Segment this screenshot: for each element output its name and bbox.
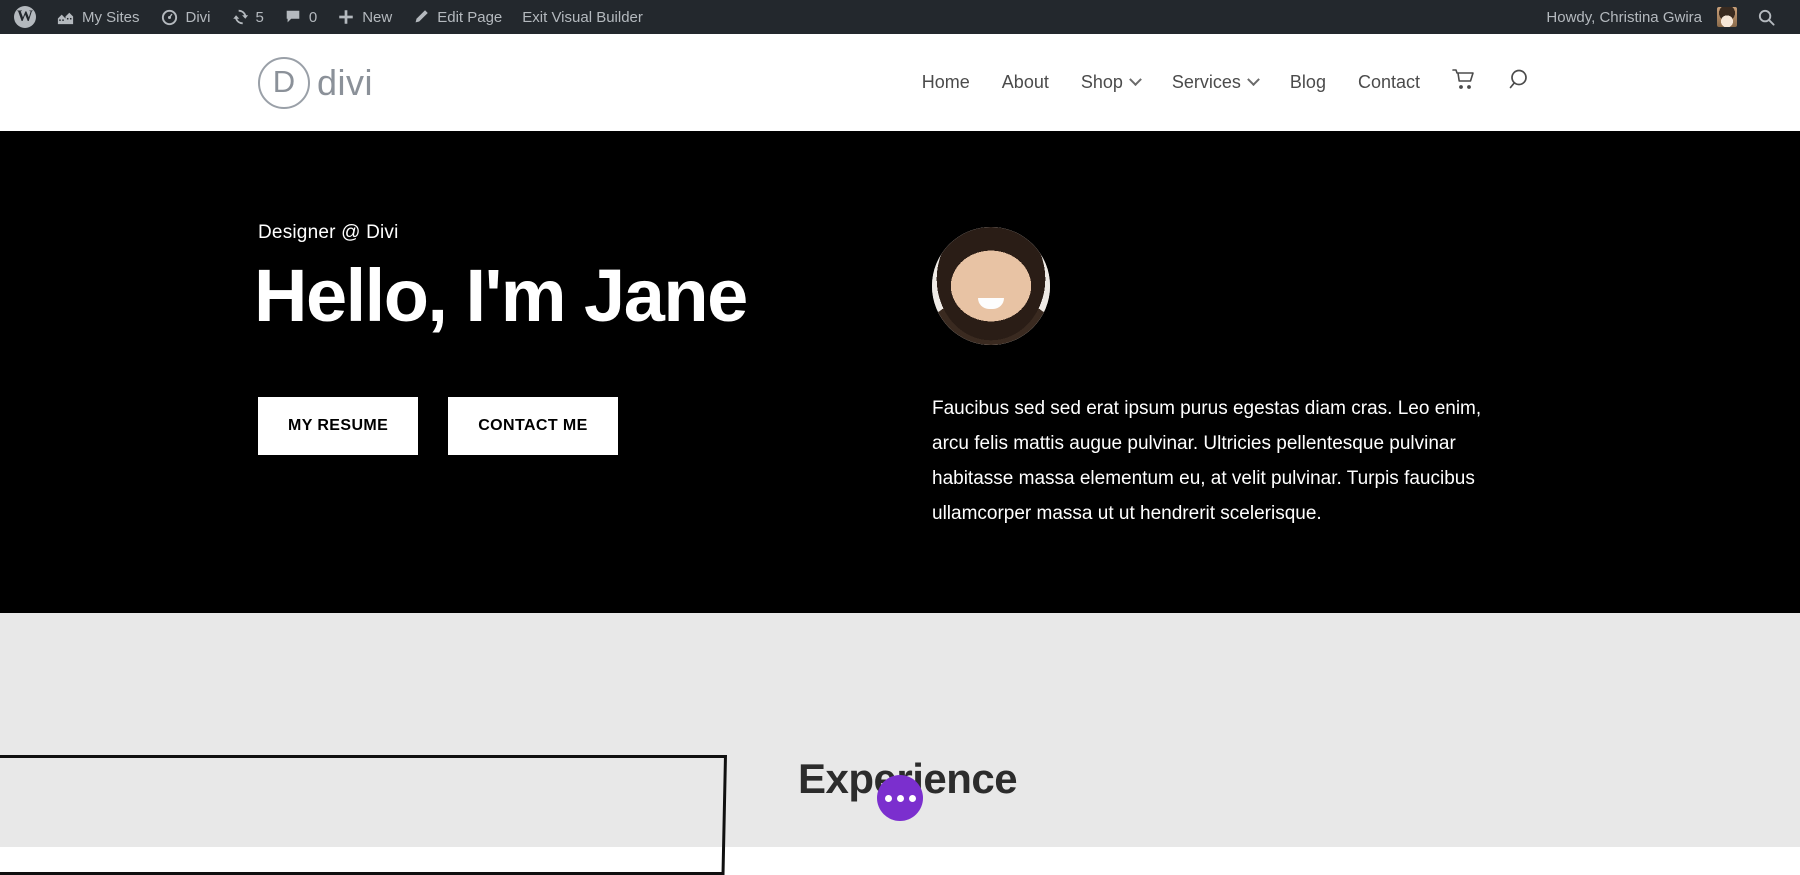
outlined-decorative-box (0, 755, 728, 875)
exit-visual-builder-button[interactable]: Exit Visual Builder (512, 0, 653, 34)
updates-icon (231, 8, 249, 26)
site-logo[interactable]: D divi (258, 56, 374, 109)
divi-label: Divi (185, 8, 211, 26)
hero-cta-group: MY RESUME CONTACT ME (258, 397, 618, 455)
exit-visual-builder-label: Exit Visual Builder (522, 8, 643, 26)
page-settings-fab-button[interactable] (877, 775, 923, 821)
nav-item-blog[interactable]: Blog (1274, 72, 1342, 93)
main-navigation: Home About Shop Services Blog Contact (906, 67, 1550, 98)
hero-eyebrow: Designer @ Divi (258, 222, 399, 243)
comments-icon (284, 8, 302, 26)
new-content-menu[interactable]: New (327, 0, 402, 34)
site-header: D divi Home About Shop Services Blog Con… (0, 34, 1800, 131)
nav-label: About (1001, 72, 1049, 92)
nav-label: Services (1171, 72, 1241, 92)
nav-item-about[interactable]: About (986, 72, 1065, 93)
page-title: Hello, I'm Jane (254, 254, 748, 337)
admin-search-toggle[interactable] (1747, 0, 1786, 34)
my-sites-label: My Sites (82, 8, 140, 26)
nav-item-services[interactable]: Services (1156, 72, 1274, 93)
nav-label: Home (921, 72, 970, 92)
wp-admin-bar: W My Sites Divi 5 0 New Edit Page Exit V… (0, 0, 1800, 34)
hero-section: Designer @ Divi Hello, I'm Jane MY RESUM… (0, 131, 1800, 613)
site-logo-text: divi (317, 61, 374, 103)
wp-logo-menu[interactable]: W (4, 0, 46, 34)
avatar (1717, 7, 1737, 27)
hero-paragraph: Faucibus sed sed erat ipsum purus egesta… (932, 398, 1482, 524)
nav-label: Blog (1289, 72, 1326, 92)
comments-count: 0 (308, 8, 318, 26)
chevron-down-icon (1247, 73, 1260, 87)
updates-count: 5 (255, 8, 264, 26)
divi-logo-icon: D (258, 56, 310, 109)
ellipsis-icon (908, 794, 916, 802)
nav-item-contact[interactable]: Contact (1342, 72, 1436, 93)
divi-menu[interactable]: Divi (150, 0, 221, 34)
shopping-cart-icon (1452, 69, 1476, 96)
admin-bar-right-group: Howdy, Christina Gwira (1536, 0, 1800, 34)
portrait-face (932, 227, 1050, 345)
cart-button[interactable] (1436, 69, 1492, 96)
pencil-icon (412, 8, 430, 26)
search-icon (1508, 67, 1534, 98)
my-sites-menu[interactable]: My Sites (46, 0, 150, 34)
search-icon (1757, 8, 1776, 27)
ellipsis-icon (884, 794, 892, 802)
nav-item-shop[interactable]: Shop (1065, 72, 1156, 93)
admin-bar-left-group: W My Sites Divi 5 0 New Edit Page Exit V… (0, 0, 653, 34)
my-resume-button[interactable]: MY RESUME (258, 397, 419, 455)
sites-icon (56, 8, 75, 27)
chevron-down-icon (1129, 73, 1142, 87)
my-account-menu[interactable]: Howdy, Christina Gwira (1536, 0, 1747, 34)
nav-item-home[interactable]: Home (906, 72, 986, 93)
updates-menu[interactable]: 5 (221, 0, 274, 34)
wordpress-logo-icon: W (14, 6, 36, 28)
contact-me-button[interactable]: CONTACT ME (448, 397, 618, 455)
nav-label: Shop (1080, 72, 1123, 92)
howdy-label: Howdy, Christina Gwira (1546, 8, 1702, 26)
nav-label: Contact (1357, 72, 1420, 92)
site-search-button[interactable] (1492, 67, 1550, 98)
profile-photo (932, 227, 1050, 345)
edit-page-label: Edit Page (437, 8, 503, 26)
edit-page-menu[interactable]: Edit Page (402, 0, 512, 34)
comments-menu[interactable]: 0 (274, 0, 327, 34)
plus-icon (337, 8, 355, 26)
new-label: New (362, 8, 393, 26)
divi-speedometer-icon (160, 8, 179, 27)
ellipsis-icon (896, 794, 904, 802)
